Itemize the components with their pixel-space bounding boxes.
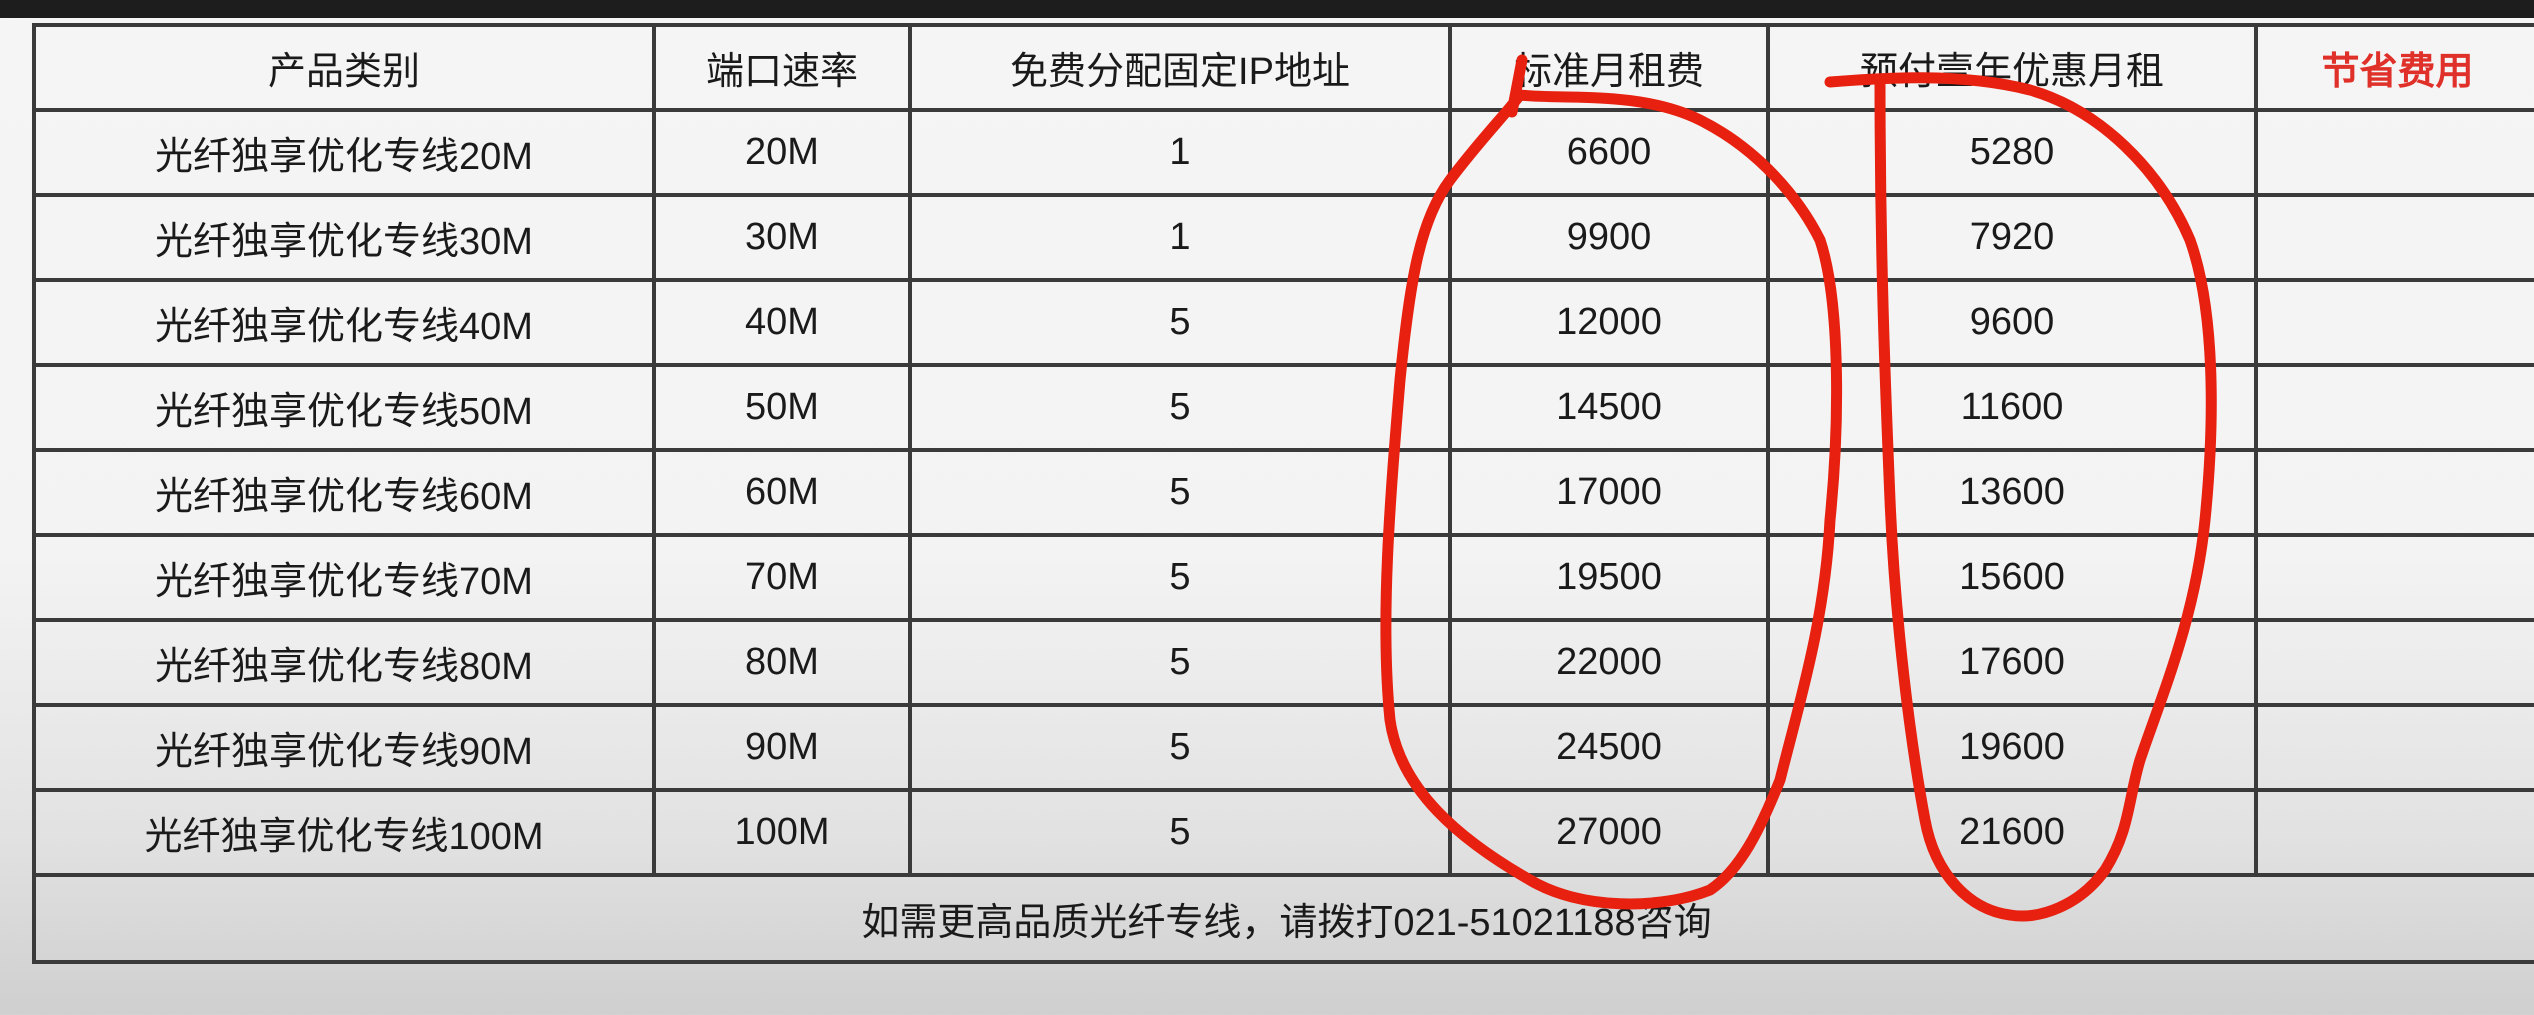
cell-standard-fee: 14500 <box>1448 363 1770 452</box>
cell-prepaid-fee: 11600 <box>1766 363 2258 452</box>
header-savings: 节省费用 <box>2254 23 2534 112</box>
cell-prepaid-fee: 15600 <box>1766 533 2258 622</box>
cell-port-rate: 80M <box>652 618 912 707</box>
cell-ip-count: 5 <box>908 618 1452 707</box>
table-row: 光纤独享优化专线40M 40M 5 12000 9600 <box>32 278 2534 367</box>
footer-row: 如需更高品质光纤专线，请拨打021-51021188咨询 <box>32 873 2534 964</box>
table-row: 光纤独享优化专线50M 50M 5 14500 11600 <box>32 363 2534 452</box>
header-row: 产品类别 端口速率 免费分配固定IP地址 标准月租费 预付壹年优惠月租 节省费用 <box>32 23 2534 112</box>
cell-savings <box>2254 788 2534 877</box>
price-table-container: 产品类别 端口速率 免费分配固定IP地址 标准月租费 预付壹年优惠月租 节省费用… <box>32 23 2534 964</box>
cell-product-name: 光纤独享优化专线100M <box>32 788 656 877</box>
header-standard-monthly-fee: 标准月租费 <box>1448 23 1770 112</box>
cell-port-rate: 70M <box>652 533 912 622</box>
cell-product-name: 光纤独享优化专线60M <box>32 448 656 537</box>
cell-standard-fee: 22000 <box>1448 618 1770 707</box>
cell-ip-count: 1 <box>908 193 1452 282</box>
cell-savings <box>2254 108 2534 197</box>
table-row: 光纤独享优化专线70M 70M 5 19500 15600 <box>32 533 2534 622</box>
cell-product-name: 光纤独享优化专线40M <box>32 278 656 367</box>
cell-prepaid-fee: 21600 <box>1766 788 2258 877</box>
top-dark-band <box>0 0 2534 18</box>
cell-port-rate: 90M <box>652 703 912 792</box>
cell-product-name: 光纤独享优化专线20M <box>32 108 656 197</box>
cell-port-rate: 50M <box>652 363 912 452</box>
cell-standard-fee: 6600 <box>1448 108 1770 197</box>
cell-prepaid-fee: 17600 <box>1766 618 2258 707</box>
cell-prepaid-fee: 9600 <box>1766 278 2258 367</box>
cell-port-rate: 40M <box>652 278 912 367</box>
cell-savings <box>2254 533 2534 622</box>
cell-prepaid-fee: 5280 <box>1766 108 2258 197</box>
table-row: 光纤独享优化专线80M 80M 5 22000 17600 <box>32 618 2534 707</box>
cell-ip-count: 5 <box>908 363 1452 452</box>
cell-ip-count: 5 <box>908 533 1452 622</box>
cell-savings <box>2254 448 2534 537</box>
cell-product-name: 光纤独享优化专线30M <box>32 193 656 282</box>
header-free-static-ip: 免费分配固定IP地址 <box>908 23 1452 112</box>
cell-product-name: 光纤独享优化专线70M <box>32 533 656 622</box>
cell-prepaid-fee: 7920 <box>1766 193 2258 282</box>
cell-standard-fee: 24500 <box>1448 703 1770 792</box>
cell-product-name: 光纤独享优化专线50M <box>32 363 656 452</box>
cell-product-name: 光纤独享优化专线90M <box>32 703 656 792</box>
header-port-rate: 端口速率 <box>652 23 912 112</box>
header-product-category: 产品类别 <box>32 23 656 112</box>
cell-standard-fee: 9900 <box>1448 193 1770 282</box>
cell-standard-fee: 12000 <box>1448 278 1770 367</box>
table-row: 光纤独享优化专线60M 60M 5 17000 13600 <box>32 448 2534 537</box>
cell-savings <box>2254 618 2534 707</box>
cell-savings <box>2254 363 2534 452</box>
cell-standard-fee: 17000 <box>1448 448 1770 537</box>
cell-port-rate: 100M <box>652 788 912 877</box>
cell-savings <box>2254 703 2534 792</box>
cell-product-name: 光纤独享优化专线80M <box>32 618 656 707</box>
cell-ip-count: 5 <box>908 278 1452 367</box>
cell-prepaid-fee: 13600 <box>1766 448 2258 537</box>
table-row: 光纤独享优化专线100M 100M 5 27000 21600 <box>32 788 2534 877</box>
table-row: 光纤独享优化专线90M 90M 5 24500 19600 <box>32 703 2534 792</box>
cell-ip-count: 5 <box>908 788 1452 877</box>
table-row: 光纤独享优化专线30M 30M 1 9900 7920 <box>32 193 2534 282</box>
table-row: 光纤独享优化专线20M 20M 1 6600 5280 <box>32 108 2534 197</box>
cell-prepaid-fee: 19600 <box>1766 703 2258 792</box>
cell-ip-count: 5 <box>908 703 1452 792</box>
cell-standard-fee: 19500 <box>1448 533 1770 622</box>
cell-savings <box>2254 193 2534 282</box>
cell-savings <box>2254 278 2534 367</box>
cell-standard-fee: 27000 <box>1448 788 1770 877</box>
price-table: 产品类别 端口速率 免费分配固定IP地址 标准月租费 预付壹年优惠月租 节省费用… <box>32 23 2534 964</box>
cell-port-rate: 30M <box>652 193 912 282</box>
cell-port-rate: 20M <box>652 108 912 197</box>
cell-ip-count: 5 <box>908 448 1452 537</box>
contact-footer-note: 如需更高品质光纤专线，请拨打021-51021188咨询 <box>32 873 2534 964</box>
header-prepaid-annual-monthly-fee: 预付壹年优惠月租 <box>1766 23 2258 112</box>
cell-ip-count: 1 <box>908 108 1452 197</box>
cell-port-rate: 60M <box>652 448 912 537</box>
